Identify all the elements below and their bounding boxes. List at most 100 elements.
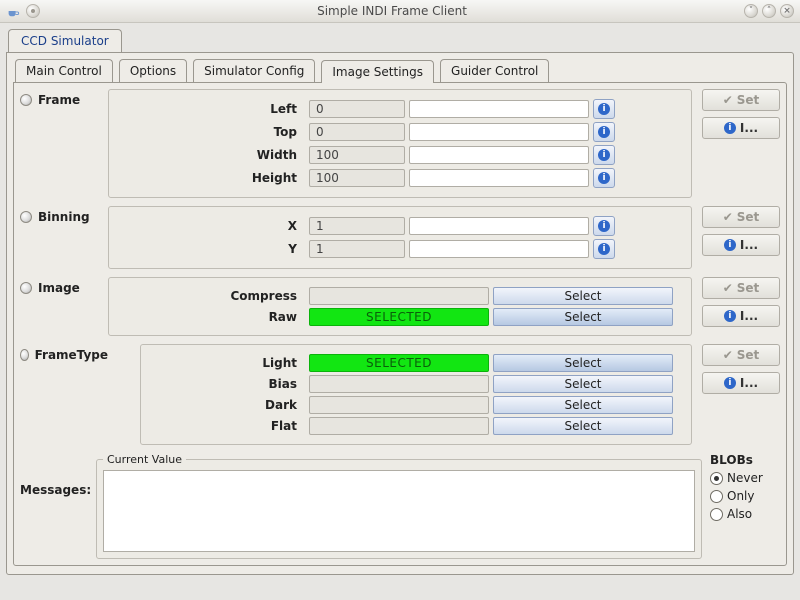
info-icon[interactable]: i: [593, 216, 615, 236]
binning-x-label: X: [115, 219, 305, 233]
frametype-bias-select-button[interactable]: Select: [493, 375, 673, 393]
frametype-light-label: Light: [147, 356, 305, 370]
blobs-also-radio[interactable]: [710, 508, 723, 521]
info-icon[interactable]: i: [593, 99, 615, 119]
frametype-dark-status: [309, 396, 489, 414]
image-raw-status: SELECTED: [309, 308, 489, 326]
frametype-set-button[interactable]: ✔Set: [702, 344, 780, 366]
info-icon: i: [724, 377, 736, 389]
check-icon: ✔: [723, 348, 733, 362]
minimize-icon[interactable]: ˅: [744, 4, 758, 18]
check-icon: ✔: [723, 210, 733, 224]
binning-set-button[interactable]: ✔Set: [702, 206, 780, 228]
frame-width-input[interactable]: [409, 146, 589, 164]
image-info-button[interactable]: iI...: [702, 305, 780, 327]
maximize-icon[interactable]: ˄: [762, 4, 776, 18]
image-compress-select-button[interactable]: Select: [493, 287, 673, 305]
binning-y-input[interactable]: [409, 240, 589, 258]
image-group: Image Compress Select Raw SELECTEDSelect ✔…: [20, 277, 780, 336]
binning-y-value: 1: [309, 240, 405, 258]
info-icon: i: [724, 122, 736, 134]
frametype-dark-label: Dark: [147, 398, 305, 412]
frame-height-value: 100: [309, 169, 405, 187]
info-icon: i: [724, 239, 736, 251]
status-dot-icon: [20, 211, 32, 223]
tab-simulator-config[interactable]: Simulator Config: [193, 59, 315, 82]
image-compress-label: Compress: [115, 289, 305, 303]
blobs-also-label: Also: [727, 507, 752, 521]
tab-main-control[interactable]: Main Control: [15, 59, 113, 82]
frame-title: Frame: [38, 93, 80, 107]
frametype-light-status: SELECTED: [309, 354, 489, 372]
info-icon[interactable]: i: [593, 168, 615, 188]
image-raw-label: Raw: [115, 310, 305, 324]
image-title: Image: [38, 281, 80, 295]
current-value-legend: Current Value: [103, 453, 186, 466]
frame-left-value: 0: [309, 100, 405, 118]
frame-left-label: Left: [115, 102, 305, 116]
image-compress-status: [309, 287, 489, 305]
info-icon: i: [724, 310, 736, 322]
messages-textarea[interactable]: [103, 470, 695, 552]
info-icon[interactable]: i: [593, 145, 615, 165]
info-icon[interactable]: i: [593, 239, 615, 259]
frame-top-label: Top: [115, 125, 305, 139]
frame-info-button[interactable]: iI...: [702, 117, 780, 139]
frame-top-value: 0: [309, 123, 405, 141]
binning-title: Binning: [38, 210, 90, 224]
frametype-flat-label: Flat: [147, 419, 305, 433]
footer: Messages: Current Value BLOBs Never Only…: [20, 453, 780, 559]
frametype-bias-status: [309, 375, 489, 393]
binning-info-button[interactable]: iI...: [702, 234, 780, 256]
tab-options[interactable]: Options: [119, 59, 187, 82]
frametype-title: FrameType: [35, 348, 108, 362]
current-value-fieldset: Current Value: [96, 453, 702, 559]
check-icon: ✔: [723, 281, 733, 295]
frametype-group-box: LightSELECTEDSelect BiasSelect DarkSelec…: [140, 344, 692, 445]
frametype-flat-select-button[interactable]: Select: [493, 417, 673, 435]
frame-left-input[interactable]: [409, 100, 589, 118]
info-icon[interactable]: i: [593, 122, 615, 142]
status-dot-icon: [20, 282, 32, 294]
image-raw-select-button[interactable]: Select: [493, 308, 673, 326]
frametype-dark-select-button[interactable]: Select: [493, 396, 673, 414]
window-titlebar: Simple INDI Frame Client ˅ ˄ ×: [0, 0, 800, 23]
frame-top-input[interactable]: [409, 123, 589, 141]
blobs-only-label: Only: [727, 489, 755, 503]
status-dot-icon: [20, 94, 32, 106]
frame-width-value: 100: [309, 146, 405, 164]
blobs-only-radio[interactable]: [710, 490, 723, 503]
frame-group-label: Frame: [20, 89, 108, 107]
java-icon: [6, 4, 20, 18]
close-icon[interactable]: ×: [780, 4, 794, 18]
frametype-bias-label: Bias: [147, 377, 305, 391]
property-tab-strip: Main Control Options Simulator Config Im…: [15, 59, 787, 82]
blobs-title: BLOBs: [710, 453, 780, 467]
image-set-button[interactable]: ✔Set: [702, 277, 780, 299]
image-settings-panel: Frame Left0i Top0i Width100i Height100i …: [13, 82, 787, 566]
image-group-label: Image: [20, 277, 108, 295]
frametype-info-button[interactable]: iI...: [702, 372, 780, 394]
device-tab-ccd-simulator[interactable]: CCD Simulator: [8, 29, 122, 52]
frametype-group-label: FrameType: [20, 344, 108, 362]
binning-x-input[interactable]: [409, 217, 589, 235]
frame-set-button[interactable]: ✔Set: [702, 89, 780, 111]
tab-guider-control[interactable]: Guider Control: [440, 59, 549, 82]
tab-image-settings[interactable]: Image Settings: [321, 60, 434, 83]
binning-y-label: Y: [115, 242, 305, 256]
frametype-flat-status: [309, 417, 489, 435]
frametype-light-select-button[interactable]: Select: [493, 354, 673, 372]
messages-label: Messages:: [20, 453, 88, 497]
status-dot-icon: [20, 349, 29, 361]
frametype-group: FrameType LightSELECTEDSelect BiasSelect…: [20, 344, 780, 445]
device-panel: Main Control Options Simulator Config Im…: [6, 52, 794, 575]
blobs-never-radio[interactable]: [710, 472, 723, 485]
window-title: Simple INDI Frame Client: [46, 4, 738, 18]
binning-group-box: X1i Y1i: [108, 206, 692, 269]
check-icon: ✔: [723, 93, 733, 107]
blobs-never-label: Never: [727, 471, 763, 485]
window-menu-icon[interactable]: [26, 4, 40, 18]
frame-group: Frame Left0i Top0i Width100i Height100i …: [20, 89, 780, 198]
binning-group-label: Binning: [20, 206, 108, 224]
frame-height-input[interactable]: [409, 169, 589, 187]
